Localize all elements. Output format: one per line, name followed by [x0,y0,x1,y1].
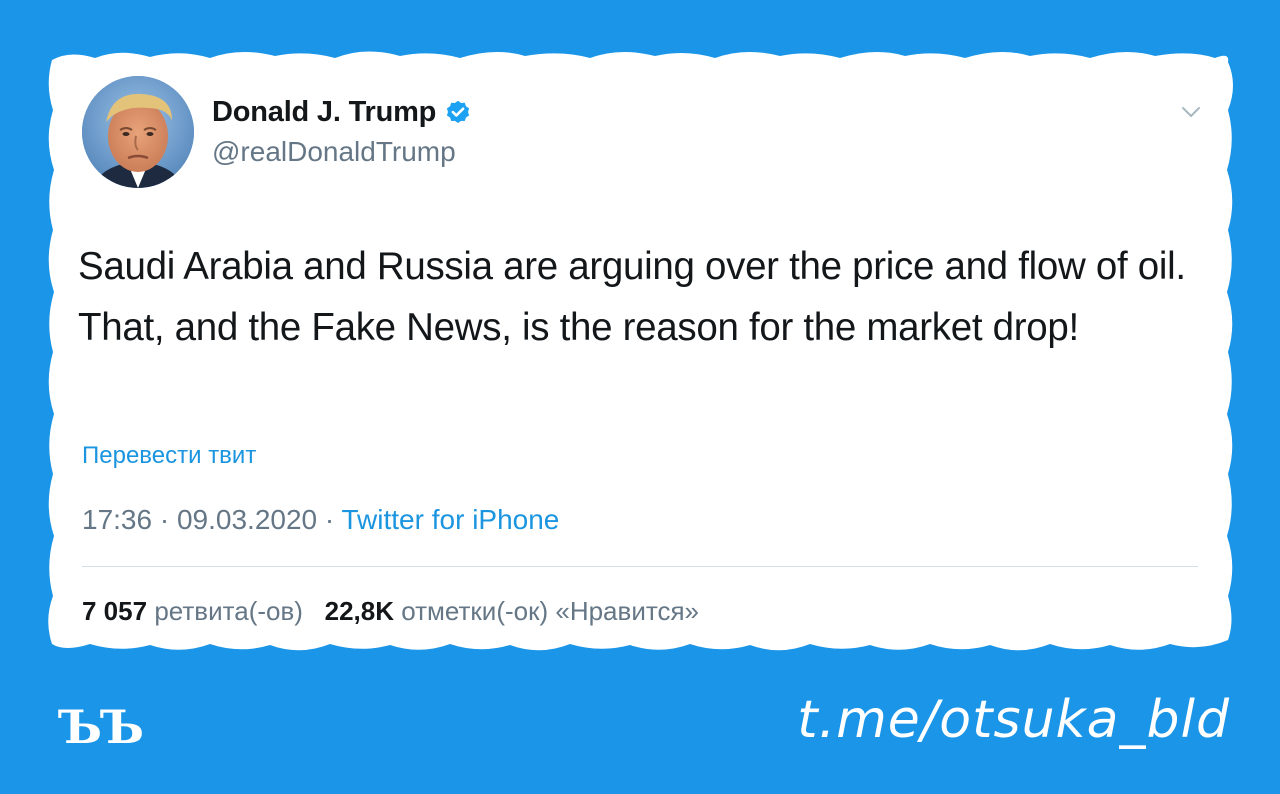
likes-count: 22,8K [324,596,395,626]
avatar-portrait-icon [82,76,194,188]
retweets-label: ретвита(-ов) [154,596,303,626]
author-name-row[interactable]: Donald J. Trump [212,96,472,129]
likes-stat[interactable]: 22,8K отметки(-ок) «Нравится» [325,596,699,626]
tweet-text: Saudi Arabia and Russia are arguing over… [78,245,1186,349]
translate-tweet-link[interactable]: Перевести твит [82,442,256,470]
tweet-stats: 7 057 ретвита(-ов) 22,8K отметки(-ок) «Н… [82,596,699,627]
author-handle[interactable]: @realDonaldTrump [212,136,456,168]
tweet-meta: 17:36 · 09.03.2020 · Twitter for iPhone [82,504,559,536]
channel-link[interactable]: t.me/otsuka_bld [797,690,1230,750]
tweet-time[interactable]: 17:36 [82,504,152,535]
verified-badge-icon [447,100,470,123]
author-name[interactable]: Donald J. Trump [212,96,436,129]
meta-separator: · [159,504,170,535]
meta-separator: · [324,504,335,535]
tweet-source-link[interactable]: Twitter for iPhone [342,504,560,535]
tweet-date[interactable]: 09.03.2020 [177,504,317,535]
chevron-down-icon[interactable] [1180,104,1202,120]
avatar[interactable] [82,76,194,188]
logo: ЪЪ [58,700,144,754]
retweets-stat[interactable]: 7 057 ретвита(-ов) [82,596,310,626]
retweets-count: 7 057 [82,596,148,626]
likes-label: отметки(-ок) «Нравится» [401,596,700,626]
tweet-card: Donald J. Trump @realDonaldTrump Saudi A… [52,54,1232,650]
divider [82,566,1198,567]
